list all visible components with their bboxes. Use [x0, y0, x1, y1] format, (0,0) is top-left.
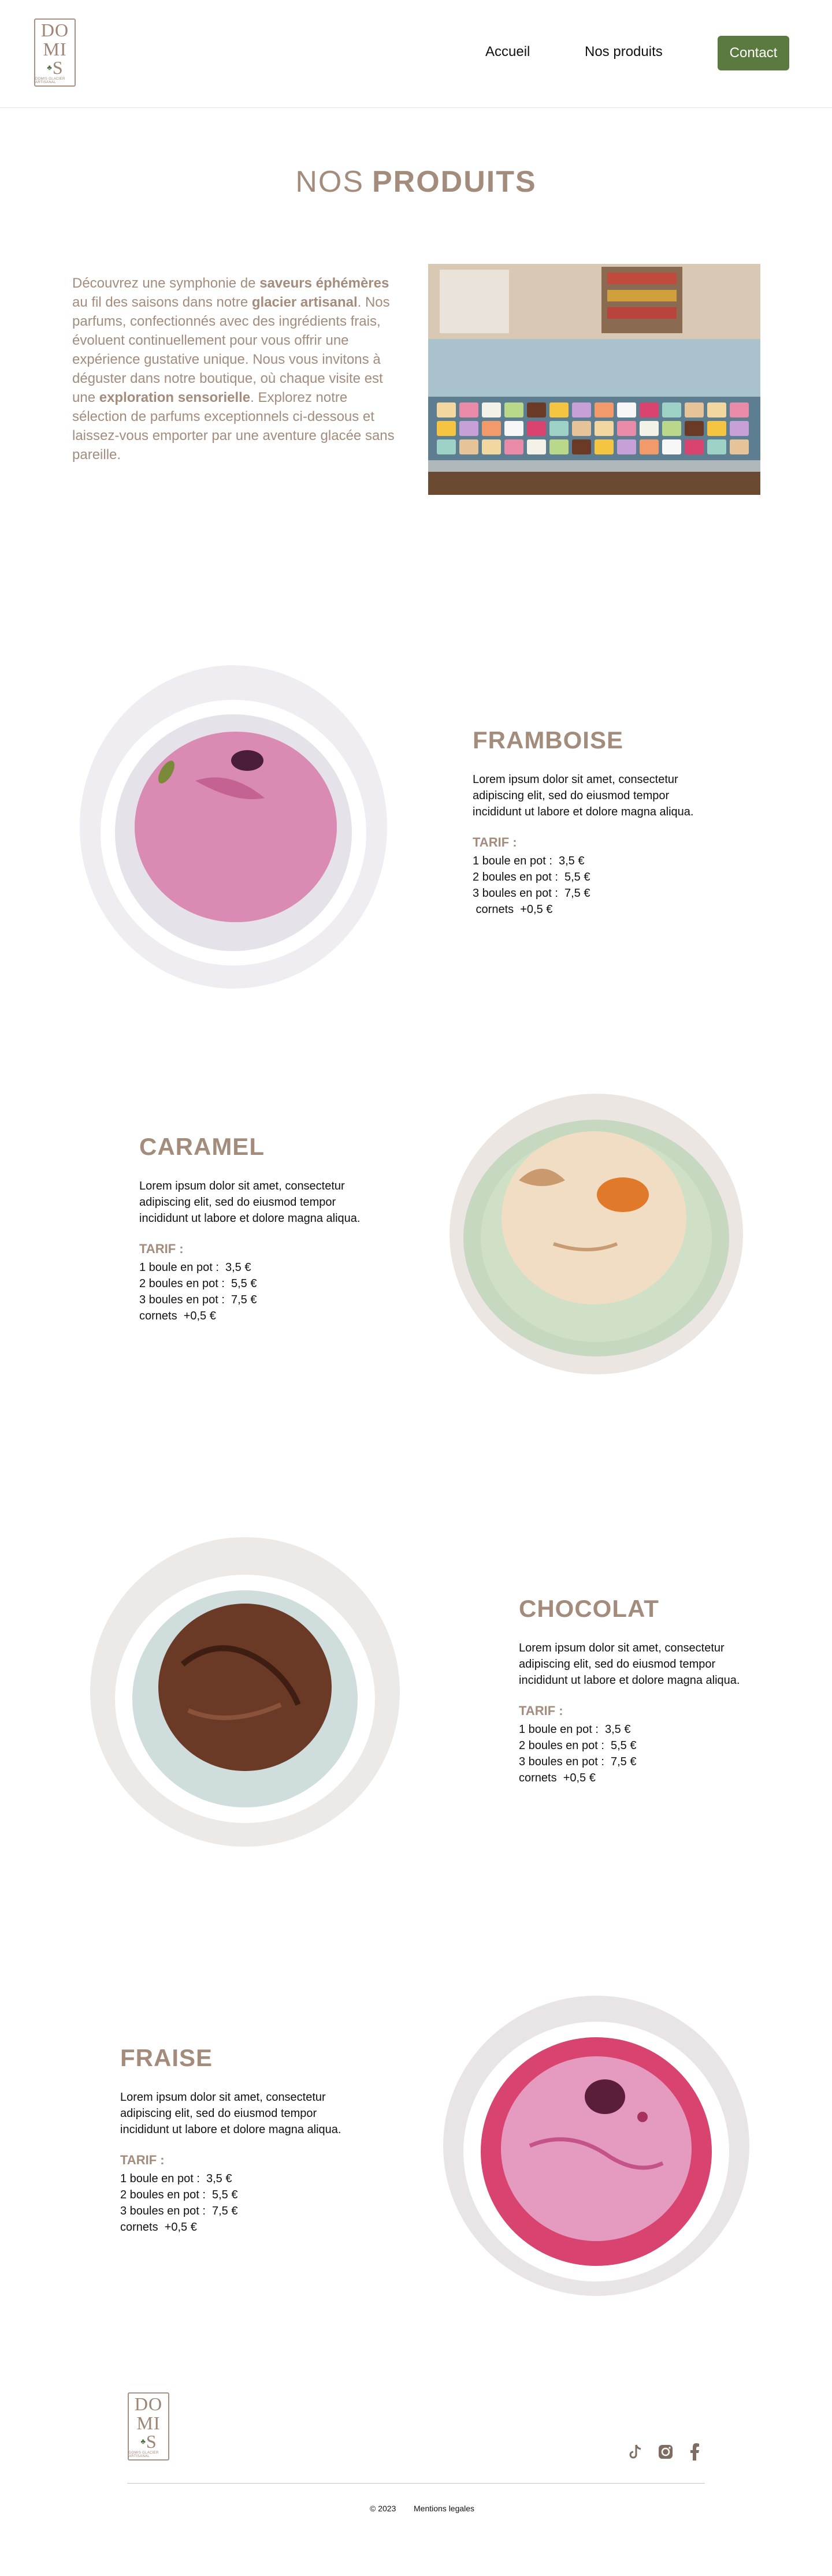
price-list: 1 boule en pot : 3,5 € 2 boules en pot :…: [120, 2171, 238, 2235]
price-line: 1 boule en pot : 3,5 €: [473, 855, 585, 867]
tarif-label: TARIF :: [473, 835, 517, 849]
facebook-icon[interactable]: [685, 2443, 704, 2461]
bird-icon: ♣: [140, 2437, 146, 2445]
price-line: 2 boules en pot : 5,5 €: [139, 1277, 257, 1290]
price-line: 3 boules en pot : 7,5 €: [473, 887, 590, 900]
nav-home[interactable]: Accueil: [485, 44, 530, 60]
logo-line-2: MI: [136, 2413, 161, 2433]
product-description: Lorem ipsum dolor sit amet, consectetur …: [473, 773, 694, 818]
product-name: CHOCOLAT: [519, 1595, 659, 1622]
intro-text: Découvrez une symphonie de saveurs éphém…: [72, 275, 395, 463]
price-line: 1 boule en pot : 3,5 €: [519, 1723, 631, 1736]
tiktok-icon[interactable]: [626, 2443, 645, 2461]
price-line: 1 boule en pot : 3,5 €: [139, 1261, 251, 1274]
bird-icon: ♣: [47, 63, 52, 72]
price-line: cornets +0,5 €: [519, 1772, 596, 1784]
price-line: 3 boules en pot : 7,5 €: [519, 1755, 637, 1768]
logo-line-1: DO: [40, 20, 69, 40]
page-title-bold: PRODUITS: [372, 165, 537, 199]
chocolat-image: [90, 1537, 400, 1847]
footer-logo[interactable]: DO MI ♣ S DOMIS GLACIER ARTISANAL: [128, 2392, 169, 2461]
product-description: Lorem ipsum dolor sit amet, consectetur …: [139, 1180, 361, 1225]
framboise-image: [80, 665, 387, 989]
nav-products[interactable]: Nos produits: [585, 44, 663, 60]
price-line: 3 boules en pot : 7,5 €: [120, 2205, 238, 2217]
price-list: 1 boule en pot : 3,5 € 2 boules en pot :…: [139, 1259, 257, 1324]
price-line: cornets +0,5 €: [139, 1310, 216, 1322]
contact-button[interactable]: Contact: [718, 36, 789, 70]
logo-tagline: DOMIS GLACIER ARTISANAL: [129, 2451, 159, 2458]
price-list: 1 boule en pot : 3,5 € 2 boules en pot :…: [519, 1721, 637, 1786]
price-line: cornets +0,5 €: [473, 903, 553, 916]
shop-display-image: [428, 264, 760, 495]
caramel-image: [450, 1094, 743, 1374]
price-line: cornets +0,5 €: [120, 2221, 197, 2234]
page-title-light: NOS: [295, 165, 364, 199]
product-name: CARAMEL: [139, 1133, 265, 1160]
price-line: 2 boules en pot : 5,5 €: [519, 1739, 637, 1752]
tarif-label: TARIF :: [120, 2153, 165, 2167]
price-list: 1 boule en pot : 3,5 € 2 boules en pot :…: [473, 853, 590, 918]
price-line: 2 boules en pot : 5,5 €: [120, 2189, 238, 2201]
logo-line-3: ♣ S: [47, 57, 63, 78]
product-name: FRAISE: [120, 2044, 213, 2071]
copyright: © 2023: [370, 2504, 396, 2513]
product-description: Lorem ipsum dolor sit amet, consectetur …: [120, 2091, 341, 2136]
logo-line-3: ♣ S: [140, 2431, 157, 2452]
site-header: DO MI ♣ S DOMIS GLACIER ARTISANAL Accueil…: [0, 0, 832, 108]
legal-link[interactable]: Mentions legales: [414, 2504, 474, 2513]
logo-line-1: DO: [134, 2394, 163, 2414]
price-line: 3 boules en pot : 7,5 €: [139, 1293, 257, 1306]
logo[interactable]: DO MI ♣ S DOMIS GLACIER ARTISANAL: [34, 18, 76, 87]
tarif-label: TARIF :: [139, 1242, 184, 1256]
footer-divider: [127, 2483, 705, 2484]
fraise-image: [443, 1996, 749, 2296]
tarif-label: TARIF :: [519, 1703, 563, 1718]
product-description: Lorem ipsum dolor sit amet, consectetur …: [519, 1642, 740, 1687]
page-title: NOS PRODUITS: [0, 165, 832, 199]
instagram-icon[interactable]: [656, 2443, 675, 2461]
logo-tagline: DOMIS GLACIER ARTISANAL: [35, 77, 65, 84]
price-line: 2 boules en pot : 5,5 €: [473, 871, 590, 883]
product-name: FRAMBOISE: [473, 726, 623, 754]
logo-line-2: MI: [43, 39, 67, 59]
price-line: 1 boule en pot : 3,5 €: [120, 2172, 232, 2185]
